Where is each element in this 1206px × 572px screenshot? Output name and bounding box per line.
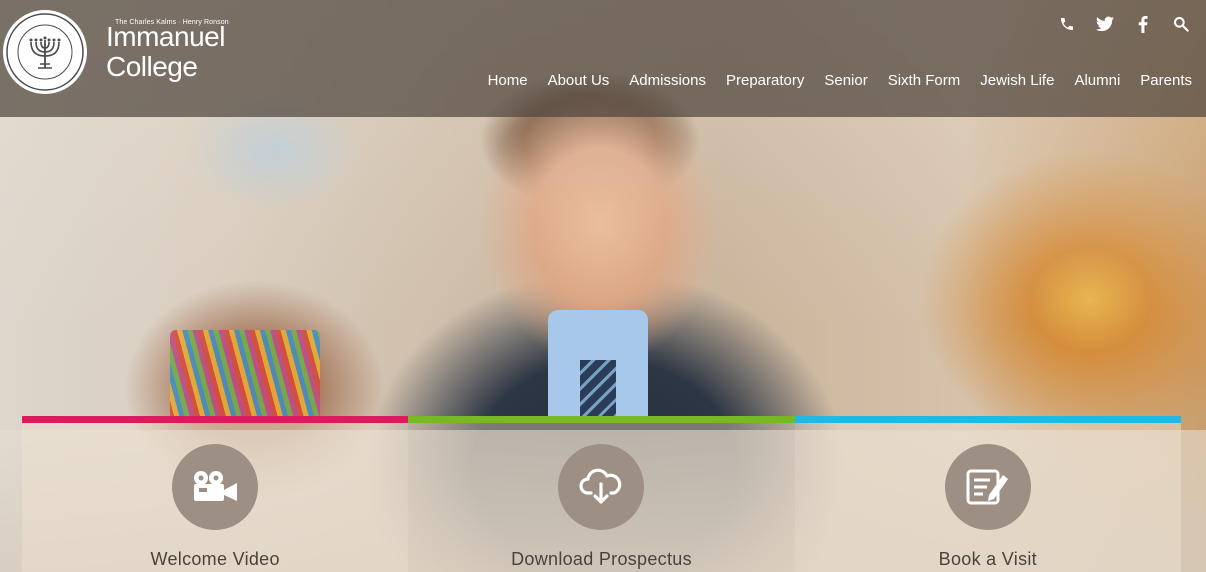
nav-preparatory[interactable]: Preparatory — [726, 72, 804, 89]
facebook-icon[interactable] — [1133, 14, 1153, 34]
nav-sixth-form[interactable]: Sixth Form — [888, 72, 961, 89]
nav-about-us[interactable]: About Us — [548, 72, 610, 89]
stripe-segment-green — [408, 416, 795, 423]
welcome-video-circle — [172, 444, 259, 530]
download-prospectus-tile[interactable]: Download Prospectus — [408, 423, 795, 572]
nav-senior[interactable]: Senior — [824, 72, 867, 89]
menorah-crest-icon — [6, 13, 84, 91]
main-navigation: Home About Us Admissions Preparatory Sen… — [488, 72, 1192, 89]
logo-name-line1: Immanuel — [106, 21, 225, 52]
stripe-segment-blue — [794, 416, 1181, 423]
book-a-visit-tile[interactable]: Book a Visit — [794, 423, 1181, 572]
cloud-download-icon — [579, 468, 622, 504]
site-header: The Charles Kalms · Henry Ronson Immanue… — [0, 0, 1206, 117]
nav-admissions[interactable]: Admissions — [629, 72, 706, 89]
book-a-visit-circle — [944, 444, 1031, 530]
social-links — [1057, 14, 1191, 34]
nav-jewish-life[interactable]: Jewish Life — [980, 72, 1054, 89]
stripe-segment-pink — [22, 416, 409, 423]
hero-tie — [580, 360, 616, 418]
nav-parents[interactable]: Parents — [1140, 72, 1192, 89]
nav-alumni[interactable]: Alumni — [1074, 72, 1120, 89]
phone-icon[interactable] — [1057, 14, 1077, 34]
colour-stripe — [22, 416, 1181, 423]
quick-links: Welcome Video Download Prospectus Book a… — [22, 423, 1181, 572]
search-icon[interactable] — [1171, 14, 1191, 34]
twitter-icon[interactable] — [1095, 14, 1115, 34]
book-a-visit-label: Book a Visit — [938, 549, 1037, 569]
logo-wordmark[interactable]: Immanuel College — [106, 22, 225, 82]
edit-form-icon — [966, 469, 1008, 505]
hero-pencils — [170, 330, 320, 420]
download-prospectus-label: Download Prospectus — [511, 549, 692, 569]
nav-home[interactable]: Home — [488, 72, 528, 89]
welcome-video-tile[interactable]: Welcome Video — [22, 423, 409, 572]
logo-name-line2: College — [106, 51, 198, 82]
video-camera-icon — [194, 471, 238, 501]
download-prospectus-circle — [558, 444, 645, 530]
welcome-video-label: Welcome Video — [150, 549, 280, 569]
college-crest-logo[interactable] — [3, 10, 87, 94]
